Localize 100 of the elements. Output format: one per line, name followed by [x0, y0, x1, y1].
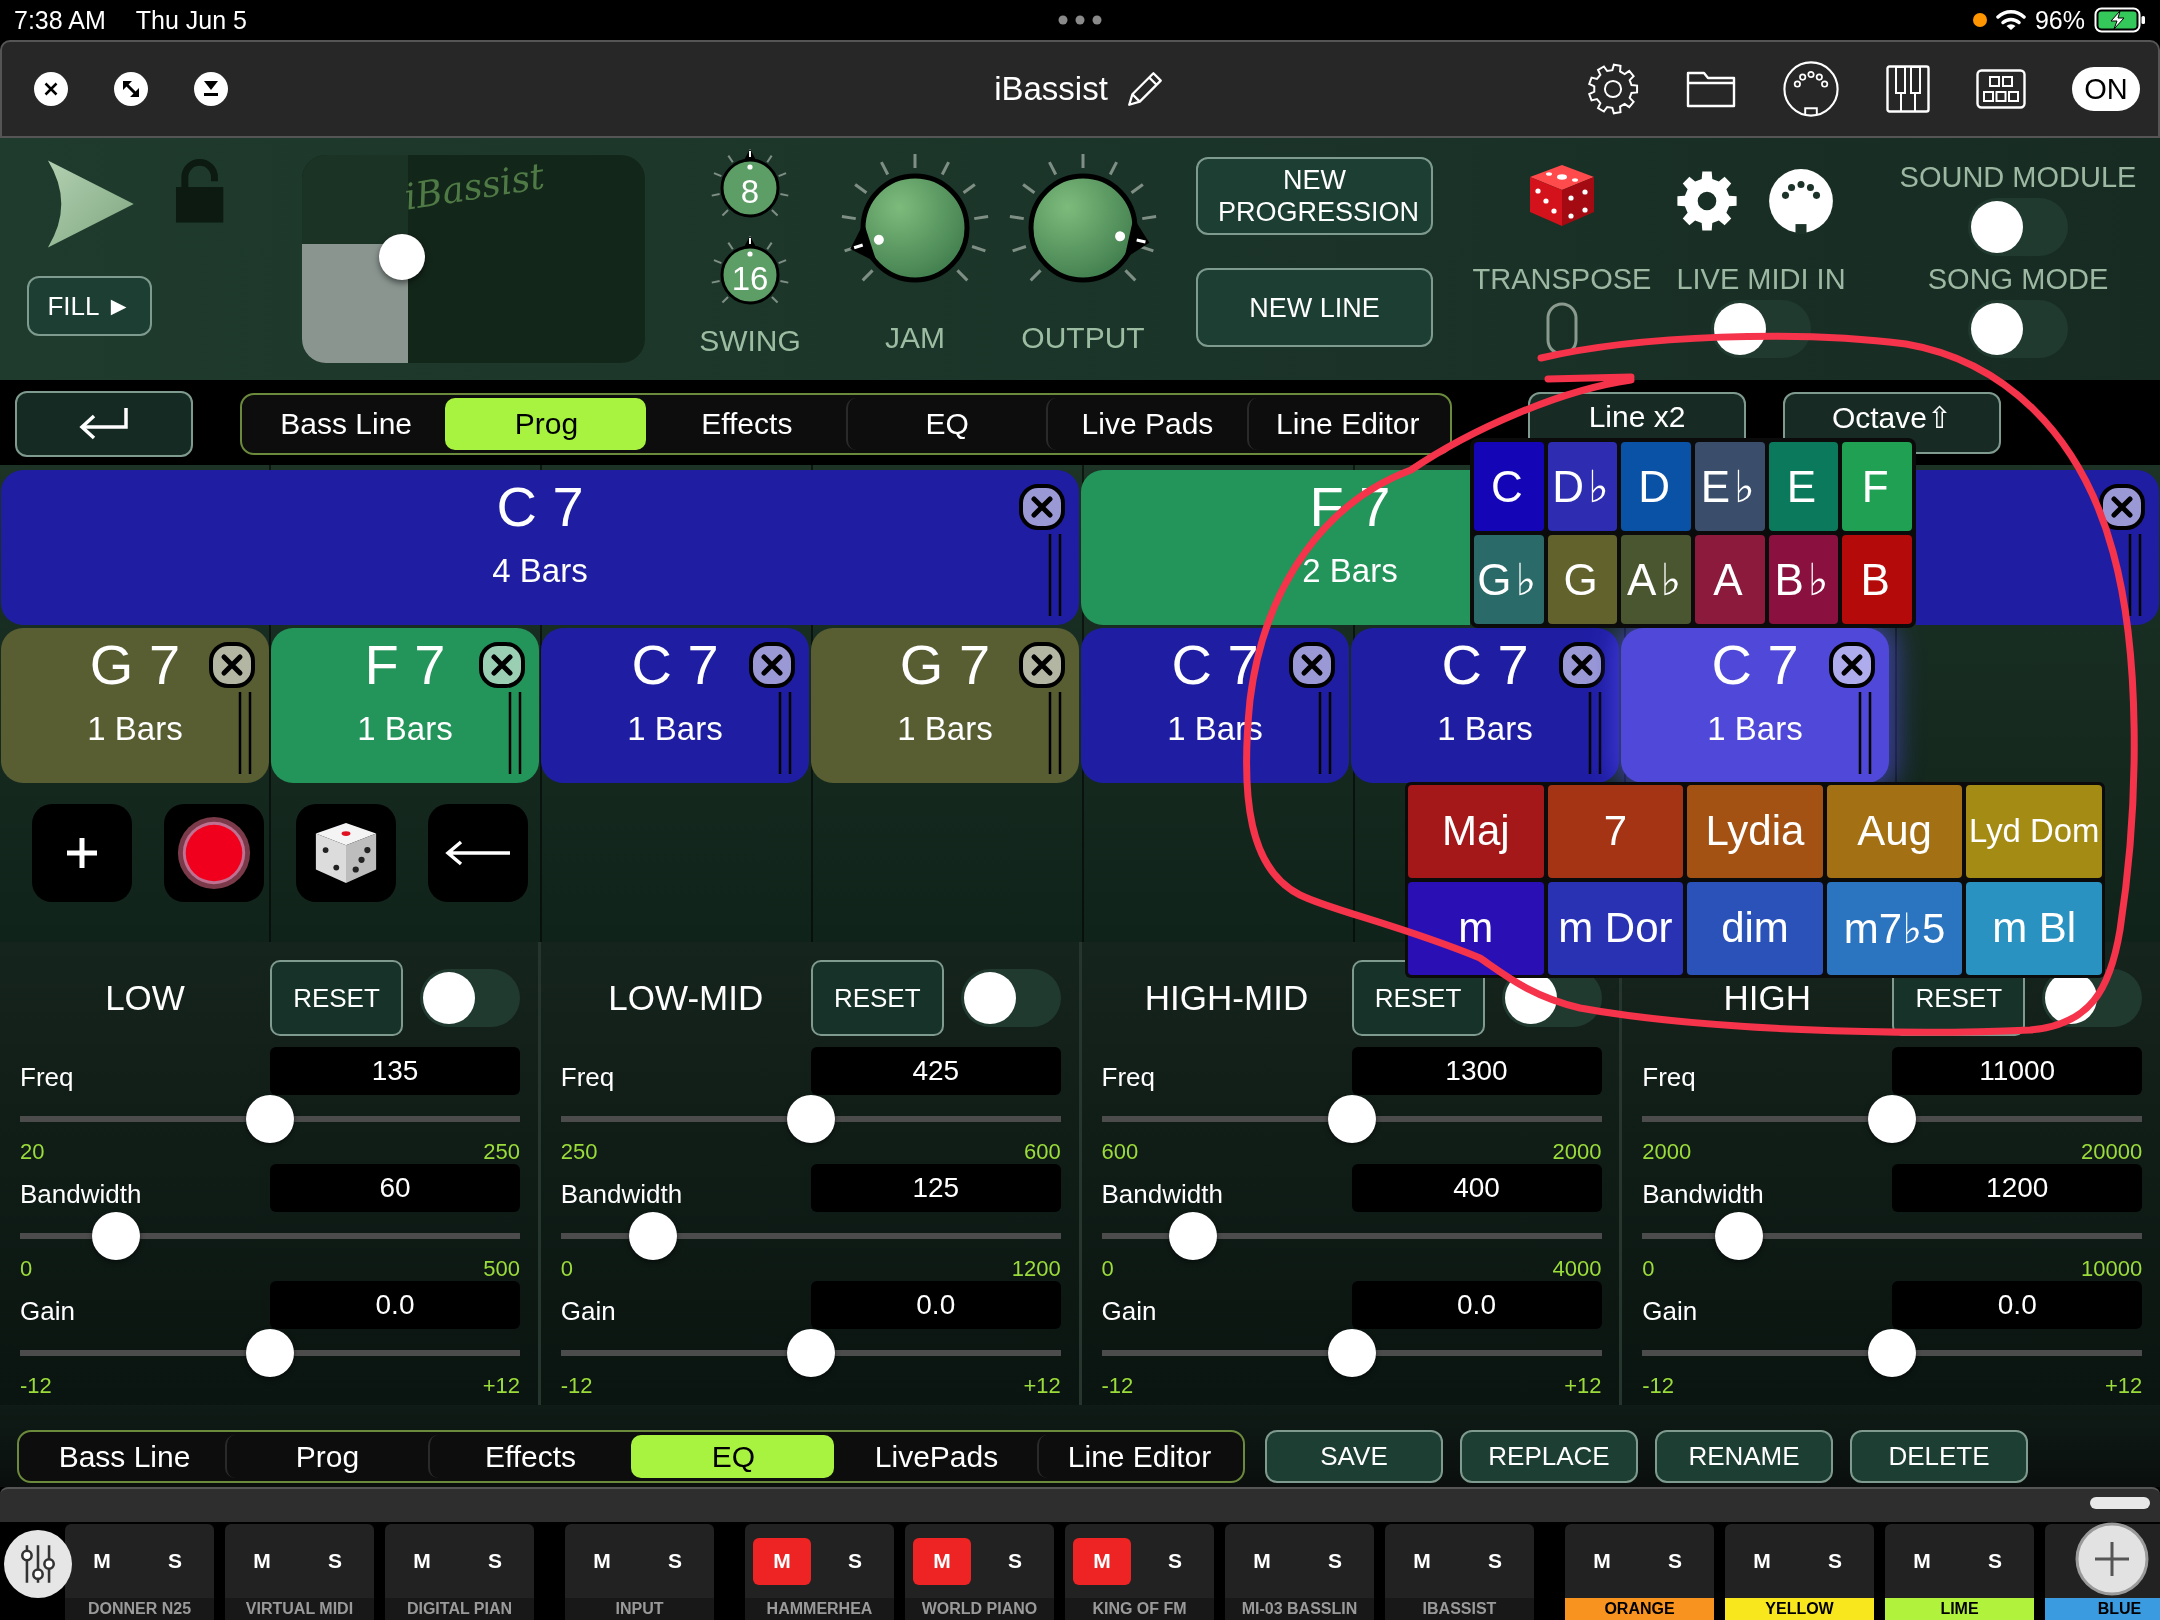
chord-quality-key[interactable]: m Bl	[1966, 881, 2102, 975]
root-note-key[interactable]: B	[1842, 535, 1912, 624]
channel-name[interactable]: KING OF FM	[1065, 1598, 1214, 1620]
reset-button[interactable]: RESET	[810, 960, 944, 1036]
chord-quality-key[interactable]: Aug	[1826, 785, 1963, 878]
delete-icon[interactable]	[1829, 642, 1875, 688]
multitask-dots-icon[interactable]	[1058, 15, 1102, 25]
knob-pointer[interactable]	[853, 234, 884, 250]
chord-card[interactable]: G 7 1 Bars	[1, 628, 269, 783]
channel-name[interactable]: VIRTUAL MIDI	[225, 1598, 374, 1620]
chord-card[interactable]: C 7 4 Bars	[1, 470, 1079, 625]
midi-port-icon[interactable]	[1782, 60, 1840, 118]
solo-button[interactable]: S	[150, 1537, 200, 1585]
solo-button[interactable]: S	[1970, 1537, 2020, 1585]
resize-handle-icon[interactable]	[2128, 534, 2142, 616]
chord-card[interactable]: C 7 1 Bars	[1621, 628, 1889, 783]
action-button[interactable]: SAVE	[1265, 1430, 1443, 1483]
root-note-key[interactable]: E♭	[1695, 442, 1765, 531]
tab[interactable]: EQ	[846, 398, 1047, 450]
tab[interactable]: EQ	[631, 1435, 834, 1478]
slider-thumb[interactable]	[786, 1329, 835, 1377]
resize-handle-icon[interactable]	[778, 692, 792, 774]
minimize-icon[interactable]	[194, 72, 228, 106]
solo-button[interactable]: S	[1310, 1537, 1360, 1585]
solo-button[interactable]: S	[470, 1537, 520, 1585]
mute-button[interactable]: M	[1573, 1537, 1631, 1585]
solo-button[interactable]: S	[990, 1537, 1040, 1585]
folder-icon[interactable]	[1686, 69, 1736, 109]
resize-handle-icon[interactable]	[508, 692, 522, 774]
chord-quality-key[interactable]: m	[1408, 881, 1544, 975]
slider-thumb[interactable]	[1714, 1212, 1763, 1260]
slider-thumb[interactable]	[246, 1329, 294, 1377]
solo-button[interactable]: S	[1470, 1537, 1520, 1585]
solo-button[interactable]: S	[1150, 1537, 1200, 1585]
chord-quality-key[interactable]: 7	[1547, 785, 1684, 878]
backspace-button[interactable]	[428, 804, 528, 902]
settings-icon[interactable]	[1676, 170, 1738, 232]
piano-keys-icon[interactable]	[1886, 65, 1930, 113]
delete-icon[interactable]	[1289, 642, 1335, 688]
random-button[interactable]	[296, 804, 396, 902]
add-icon[interactable]	[2075, 1522, 2149, 1596]
solo-button[interactable]: S	[830, 1537, 880, 1585]
value-field[interactable]: 425	[810, 1047, 1061, 1095]
resize-handle-icon[interactable]	[1858, 692, 1872, 774]
delete-icon[interactable]	[749, 642, 795, 688]
fill-button[interactable]: FILL ►	[27, 276, 152, 336]
tab[interactable]: Bass Line	[245, 398, 446, 450]
slider-thumb[interactable]	[628, 1212, 677, 1260]
mute-button[interactable]: M	[73, 1537, 131, 1585]
channel-name[interactable]: MI-03 BASSLIN	[1225, 1598, 1374, 1620]
value-field[interactable]: 125	[810, 1164, 1061, 1212]
channel-name[interactable]: WORLD PIANO	[905, 1598, 1054, 1620]
value-field[interactable]: 60	[270, 1164, 520, 1212]
slider-thumb[interactable]	[246, 1095, 294, 1143]
chord-card[interactable]: C 7 1 Bars	[541, 628, 809, 783]
root-note-key[interactable]: B♭	[1768, 535, 1839, 624]
chord-card[interactable]: C 7 1 Bars	[1351, 628, 1619, 783]
root-note-key[interactable]: A♭	[1621, 535, 1691, 624]
settings-icon[interactable]	[1586, 62, 1640, 116]
channel-name[interactable]: IBASSIST	[1385, 1598, 1534, 1620]
solo-button[interactable]: S	[650, 1537, 700, 1585]
channel-name[interactable]: HAMMERHEA	[745, 1598, 894, 1620]
chord-quality-key[interactable]: dim	[1687, 881, 1823, 975]
chord-card[interactable]	[1916, 470, 2159, 625]
tab[interactable]: LivePads	[834, 1435, 1037, 1478]
chord-quality-key[interactable]: m Dor	[1547, 881, 1684, 975]
delete-icon[interactable]	[1019, 484, 1065, 530]
add-button[interactable]	[32, 804, 132, 902]
root-note-key[interactable]: A	[1695, 535, 1765, 624]
resize-handle-icon[interactable]	[1588, 692, 1602, 774]
tab[interactable]: Live Pads	[1046, 398, 1247, 450]
tab[interactable]: Line Editor	[1246, 398, 1447, 450]
delete-icon[interactable]	[209, 642, 255, 688]
action-button[interactable]: REPLACE	[1460, 1430, 1638, 1483]
close-icon[interactable]	[34, 72, 68, 106]
reset-button[interactable]: RESET	[270, 960, 403, 1036]
resize-handle-icon[interactable]	[1048, 692, 1062, 774]
mute-button[interactable]: M	[1893, 1537, 1951, 1585]
dice-icon[interactable]	[1527, 162, 1597, 228]
resize-handle-icon[interactable]	[238, 692, 252, 774]
root-note-key[interactable]: D♭	[1547, 442, 1618, 531]
panel-button[interactable]: NEW PROGRESSION	[1196, 157, 1433, 235]
value-field[interactable]: 11000	[1892, 1047, 2143, 1095]
tab[interactable]: Prog	[225, 1435, 428, 1478]
toggle-switch[interactable]	[1968, 300, 2068, 358]
mute-button[interactable]: M	[1733, 1537, 1791, 1585]
record-button[interactable]	[164, 804, 264, 902]
value-field[interactable]: 1300	[1351, 1047, 1602, 1095]
delete-icon[interactable]	[1559, 642, 1605, 688]
midi-port-icon[interactable]	[1768, 168, 1834, 234]
channel-name[interactable]: YELLOW	[1725, 1598, 1874, 1620]
power-button[interactable]: ON	[2072, 67, 2140, 111]
tab[interactable]: Bass Line	[22, 1435, 225, 1478]
solo-button[interactable]: S	[310, 1537, 360, 1585]
mute-button[interactable]: M	[753, 1537, 811, 1585]
root-note-key[interactable]: G	[1547, 535, 1618, 624]
root-note-key[interactable]: D	[1621, 442, 1691, 531]
delete-icon[interactable]	[1019, 642, 1065, 688]
tab[interactable]: Prog	[445, 398, 646, 450]
channel-name[interactable]: LIME	[1885, 1598, 2034, 1620]
